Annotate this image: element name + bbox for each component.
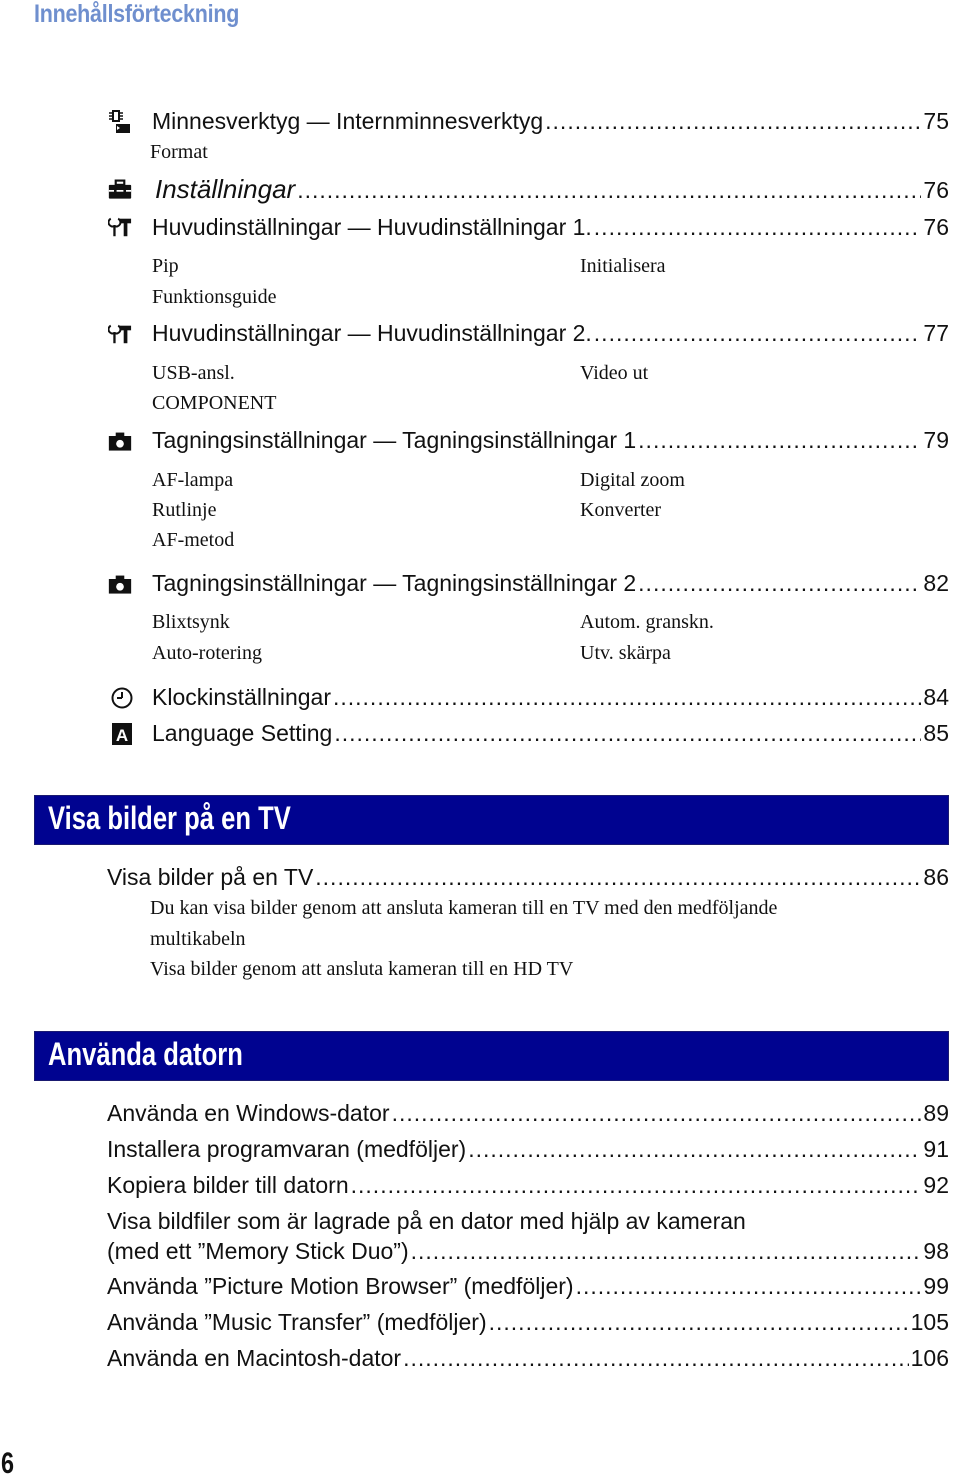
clock-icon: [110, 686, 134, 710]
toolbox-icon: [108, 178, 132, 202]
toc-entry[interactable]: Visa bilder på en TV86: [107, 864, 949, 891]
toc-entry[interactable]: Minnesverktyg — Internminnesverktyg75: [152, 108, 949, 135]
toc-entry[interactable]: Tagningsinställningar — Tagningsinställn…: [152, 570, 949, 597]
toc-entry[interactable]: Använda en Windows-dator89: [107, 1100, 949, 1127]
sub-item: Konverter: [580, 499, 662, 521]
sub-item: Utv. skärpa: [580, 642, 671, 664]
toc-entry[interactable]: Installera programvaran (medföljer) 91: [107, 1136, 949, 1163]
sub-item: Blixtsynk: [152, 611, 230, 633]
toc-entry[interactable]: Använda ”Music Transfer” (medföljer)105: [107, 1309, 949, 1336]
sub-item: Visa bilder genom att ansluta kameran ti…: [150, 958, 574, 980]
svg-text:A: A: [116, 726, 128, 745]
sub-item: AF-lampa: [152, 469, 234, 491]
toc-entry[interactable]: Använda ”Picture Motion Browser” (medföl…: [107, 1273, 949, 1300]
page-heading: Innehållsförteckning: [34, 0, 240, 28]
sub-item: Auto-rotering: [152, 642, 262, 664]
main-settings-icon: [108, 322, 132, 346]
section-title: Visa bilder på en TV: [48, 800, 291, 836]
toc-entry[interactable]: Huvudinställningar — Huvudinställningar …: [152, 214, 949, 241]
sub-item: AF-metod: [152, 529, 235, 551]
sub-item: Video ut: [580, 362, 649, 384]
toc-entry[interactable]: Klockinställningar84: [152, 684, 949, 711]
sub-item: Du kan visa bilder genom att ansluta kam…: [150, 897, 778, 919]
sub-item: Pip: [152, 255, 179, 277]
section-title: Använda datorn: [48, 1036, 243, 1072]
toc-entry-line1[interactable]: Visa bildfiler som är lagrade på en dato…: [107, 1208, 949, 1235]
sub-item: Rutlinje: [152, 499, 217, 521]
sub-item: Autom. granskn.: [580, 611, 714, 633]
camera-icon: [108, 430, 132, 454]
sub-item: Initialisera: [580, 255, 666, 277]
memory-tool-icon: [108, 110, 132, 134]
language-icon: A: [110, 722, 134, 746]
sub-item: Funktionsguide: [152, 286, 277, 308]
camera-icon: [108, 573, 132, 597]
toc-entry[interactable]: Language Setting 85: [152, 720, 949, 747]
toc-entry[interactable]: Använda en Macintosh-dator 106: [107, 1345, 949, 1372]
section-banner-tv: Visa bilder på en TV: [34, 795, 949, 845]
toc-entry[interactable]: Huvudinställningar — Huvudinställningar …: [152, 320, 949, 347]
section-banner-computer: Använda datorn: [34, 1031, 949, 1081]
sub-item: COMPONENT: [152, 392, 277, 414]
sub-item: Digital zoom: [580, 469, 685, 491]
toc-entry[interactable]: (med ett ”Memory Stick Duo”)98: [107, 1238, 949, 1265]
toc-entry[interactable]: Inställningar76: [155, 174, 949, 205]
page-number: 6: [1, 1447, 15, 1480]
sub-item: Format: [150, 141, 208, 163]
toc-entry[interactable]: Kopiera bilder till datorn 92: [107, 1172, 949, 1199]
sub-item: USB-ansl.: [152, 362, 235, 384]
toc-entry[interactable]: Tagningsinställningar — Tagningsinställn…: [152, 427, 949, 454]
main-settings-icon: [108, 215, 132, 239]
sub-item: multikabeln: [150, 928, 246, 950]
